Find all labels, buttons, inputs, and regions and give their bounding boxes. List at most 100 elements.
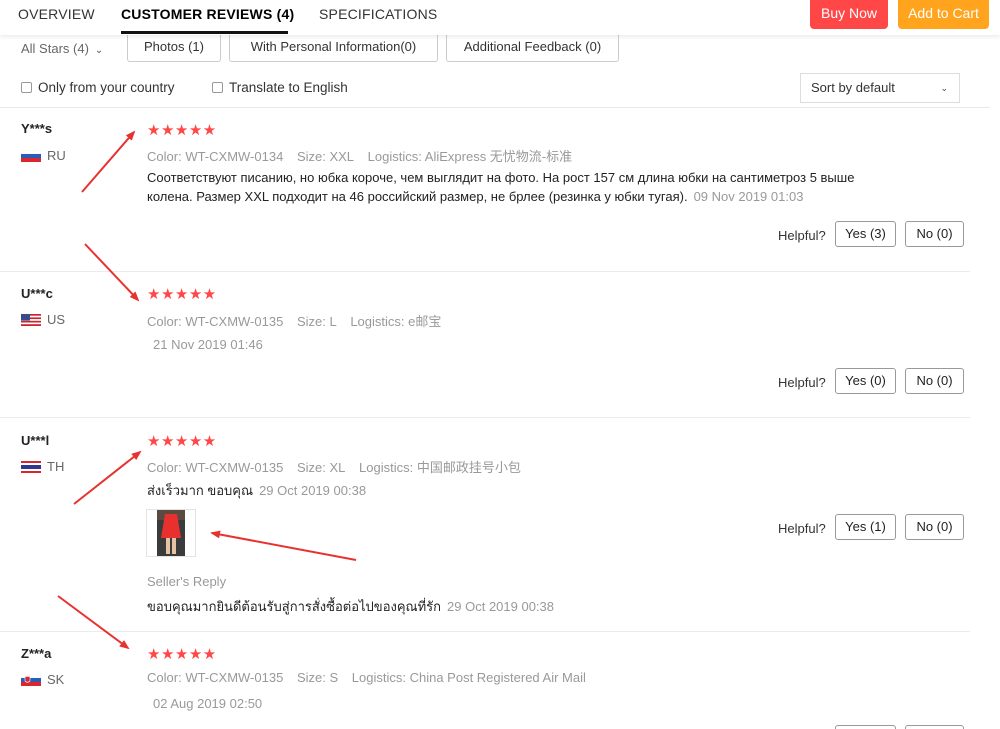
star-rating: ★★★★★ xyxy=(147,646,217,663)
arrow-icon xyxy=(84,243,140,302)
logistics-label: Logistics: xyxy=(367,149,422,164)
arrow-icon xyxy=(57,595,130,650)
seller-reply-label: Seller's Reply xyxy=(147,574,227,589)
divider xyxy=(0,271,970,272)
reviewer-name: U***c xyxy=(21,286,53,301)
seller-reply-text: ขอบคุณมากยินดีต้อนรับสู่การสั่งซื้อต่อไป… xyxy=(147,599,442,614)
color-label: Color: xyxy=(147,314,182,329)
helpful-no-button[interactable]: No (0) xyxy=(905,514,964,540)
review-date: 29 Oct 2019 00:38 xyxy=(259,483,367,498)
logistics-label: Logistics: xyxy=(359,460,414,475)
annotation-arrows xyxy=(57,130,357,650)
logistics-value: e邮宝 xyxy=(408,314,442,329)
flag-ru-icon xyxy=(21,149,41,162)
personal-info-filter-button[interactable]: With Personal Information(0) xyxy=(229,34,438,62)
arrow-icon xyxy=(73,450,142,505)
size-value: S xyxy=(329,670,339,685)
helpful-no-button[interactable]: No (0) xyxy=(905,368,964,394)
color-value: WT-CXMW-0135 xyxy=(185,460,284,475)
logistics-label: Logistics: xyxy=(350,314,405,329)
country-code: US xyxy=(47,312,66,327)
review-date: 21 Nov 2019 01:46 xyxy=(153,337,263,352)
sort-select[interactable]: Sort by default ⌄ xyxy=(800,73,960,103)
country-code: RU xyxy=(47,148,66,163)
color-value: WT-CXMW-0134 xyxy=(185,149,284,164)
reviewer-country: SK xyxy=(21,672,64,687)
seller-reply-block: ขอบคุณมากยินดีต้อนรับสู่การสั่งซื้อต่อไป… xyxy=(147,597,857,616)
color-value: WT-CXMW-0135 xyxy=(185,314,284,329)
size-label: Size: xyxy=(296,314,326,329)
helpful-yes-button[interactable]: Yes (1) xyxy=(835,514,896,540)
reviewer-name: U***l xyxy=(21,433,50,448)
only-country-checkbox[interactable]: Only from your country xyxy=(21,80,175,95)
star-filter-label: All Stars (4) xyxy=(21,41,89,56)
size-value: XL xyxy=(329,460,346,475)
color-label: Color: xyxy=(147,460,182,475)
seller-reply-date: 29 Oct 2019 00:38 xyxy=(447,599,555,614)
star-rating: ★★★★★ xyxy=(147,286,217,303)
product-tabs-bar: OVERVIEW CUSTOMER REVIEWS (4) SPECIFICAT… xyxy=(0,0,1000,35)
tab-customer-reviews[interactable]: CUSTOMER REVIEWS (4) xyxy=(121,6,294,22)
reviewer-country: TH xyxy=(21,459,64,474)
logistics-value: AliExpress 无忧物流-标准 xyxy=(424,149,573,164)
country-code: TH xyxy=(47,459,65,474)
helpful-no-button[interactable]: No (0) xyxy=(905,221,964,247)
review-text: ส่งเร็วมาก ขอบคุณ xyxy=(147,483,254,498)
helpful-label: Helpful? xyxy=(778,521,826,536)
additional-feedback-filter-button[interactable]: Additional Feedback (0) xyxy=(446,34,619,62)
reviewer-country: US xyxy=(21,312,65,327)
color-value: WT-CXMW-0135 xyxy=(185,670,284,685)
size-label: Size: xyxy=(296,149,326,164)
add-to-cart-button[interactable]: Add to Cart xyxy=(898,0,989,29)
translate-label: Translate to English xyxy=(229,80,348,95)
review-text-block: 21 Nov 2019 01:46 xyxy=(147,335,857,354)
color-label: Color: xyxy=(147,149,182,164)
tab-specifications[interactable]: SPECIFICATIONS xyxy=(319,6,437,22)
logistics-value: 中国邮政挂号小包 xyxy=(416,460,521,475)
review-date: 02 Aug 2019 02:50 xyxy=(153,696,263,711)
checkbox-box[interactable] xyxy=(212,82,223,93)
star-rating: ★★★★★ xyxy=(147,122,217,139)
review-attributes: Color: WT-CXMW-0135 Size: XL Logistics: … xyxy=(147,457,531,476)
chevron-down-icon: ⌄ xyxy=(940,83,948,93)
star-filter-dropdown[interactable]: All Stars (4) ⌄ xyxy=(21,41,103,56)
active-tab-indicator xyxy=(121,31,288,34)
review-attributes: Color: WT-CXMW-0135 Size: S Logistics: C… xyxy=(147,670,596,685)
star-rating: ★★★★★ xyxy=(147,433,217,450)
divider xyxy=(0,107,990,108)
only-country-label: Only from your country xyxy=(38,80,175,95)
photos-filter-button[interactable]: Photos (1) xyxy=(127,34,221,62)
helpful-yes-button[interactable] xyxy=(835,725,896,729)
logistics-value: China Post Registered Air Mail xyxy=(409,670,586,685)
divider xyxy=(0,631,970,632)
flag-th-icon xyxy=(21,460,41,473)
logistics-label: Logistics: xyxy=(351,670,406,685)
reviewer-country: RU xyxy=(21,148,66,163)
helpful-no-button[interactable] xyxy=(905,725,964,729)
helpful-yes-button[interactable]: Yes (0) xyxy=(835,368,896,394)
tab-overview[interactable]: OVERVIEW xyxy=(18,6,95,22)
flag-us-icon xyxy=(21,313,41,326)
review-text-block: Соответствуют писанию, но юбка короче, ч… xyxy=(147,168,857,206)
chevron-down-icon: ⌄ xyxy=(94,45,104,56)
reviewer-name: Z***a xyxy=(21,646,52,661)
review-photo-image xyxy=(157,510,185,556)
arrow-icon xyxy=(81,130,136,193)
buy-now-button[interactable]: Buy Now xyxy=(810,0,888,29)
size-label: Size: xyxy=(296,460,326,475)
review-date: 09 Nov 2019 01:03 xyxy=(693,189,804,204)
divider xyxy=(0,417,970,418)
translate-checkbox[interactable]: Translate to English xyxy=(212,80,348,95)
review-photo-thumbnail[interactable] xyxy=(146,509,196,557)
reviewer-name: Y***s xyxy=(21,121,53,136)
country-code: SK xyxy=(47,672,65,687)
review-text-block: ส่งเร็วมาก ขอบคุณ 29 Oct 2019 00:38 xyxy=(147,481,857,500)
size-label: Size: xyxy=(296,670,326,685)
review-attributes: Color: WT-CXMW-0134 Size: XXL Logistics:… xyxy=(147,146,582,165)
size-value: L xyxy=(329,314,337,329)
helpful-yes-button[interactable]: Yes (3) xyxy=(835,221,896,247)
checkbox-box[interactable] xyxy=(21,82,32,93)
arrow-icon xyxy=(210,530,357,561)
review-text-block: 02 Aug 2019 02:50 xyxy=(147,694,857,713)
sort-select-value: Sort by default xyxy=(811,80,895,95)
